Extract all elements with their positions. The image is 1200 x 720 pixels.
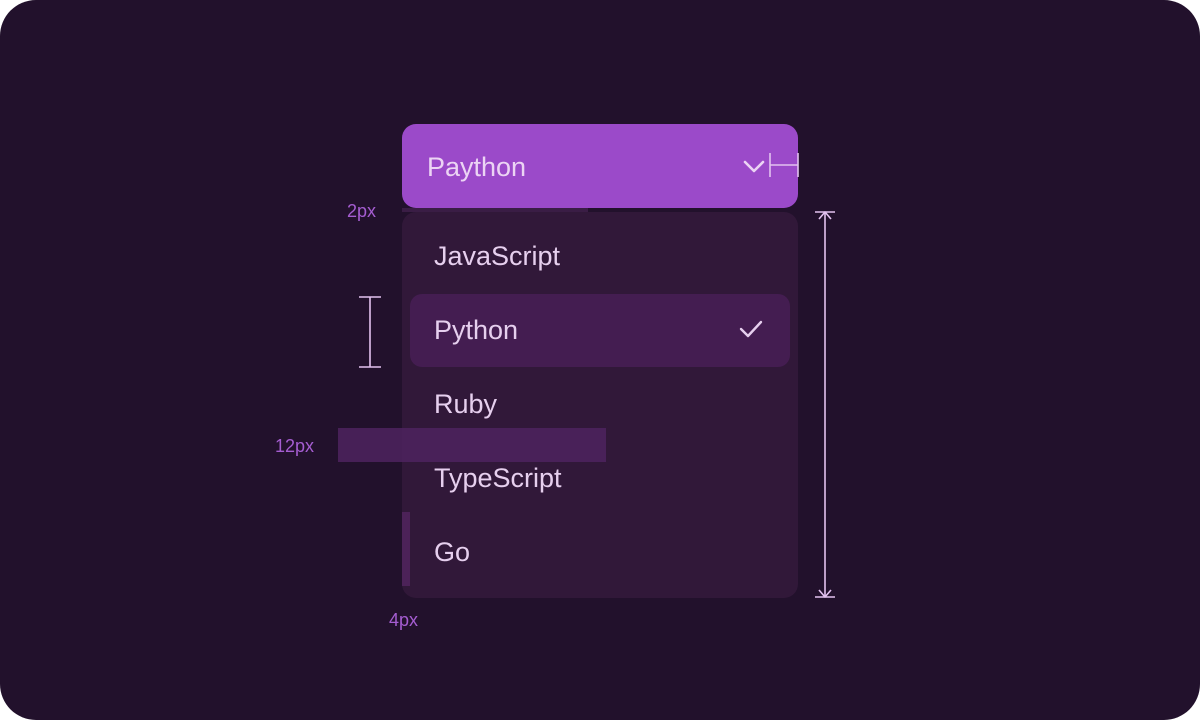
menu-item-label: TypeScript	[434, 463, 562, 493]
check-icon	[739, 320, 763, 338]
menu-item-label: Ruby	[434, 389, 498, 419]
right-padding-marker	[769, 153, 799, 177]
padding-indicator	[338, 428, 606, 462]
menu-height-marker	[815, 211, 835, 598]
menu-item-javascript[interactable]: JavaScript	[410, 220, 790, 293]
menu-item-go[interactable]: Go	[410, 516, 790, 589]
padding-annotation-label: 12px	[275, 436, 315, 456]
select-value: Paython	[427, 152, 527, 182]
chevron-down-icon	[743, 160, 765, 173]
dropdown-menu: JavaScript Python Ruby TypeScript Go	[402, 212, 798, 598]
language-select-trigger[interactable]: Paython	[402, 124, 798, 208]
menu-item-python[interactable]: Python	[410, 294, 790, 367]
item-height-marker	[359, 296, 381, 368]
spec-canvas: Paython 2px JavaScript Python Ruby TypeS…	[0, 0, 1200, 720]
menu-inset-indicator	[402, 512, 410, 586]
menu-item-label: Go	[434, 537, 471, 567]
gap-annotation-label: 2px	[347, 201, 377, 221]
menu-item-label: Python	[434, 315, 519, 345]
bottom-annotation-label: 4px	[389, 610, 419, 630]
menu-item-label: JavaScript	[434, 241, 561, 271]
